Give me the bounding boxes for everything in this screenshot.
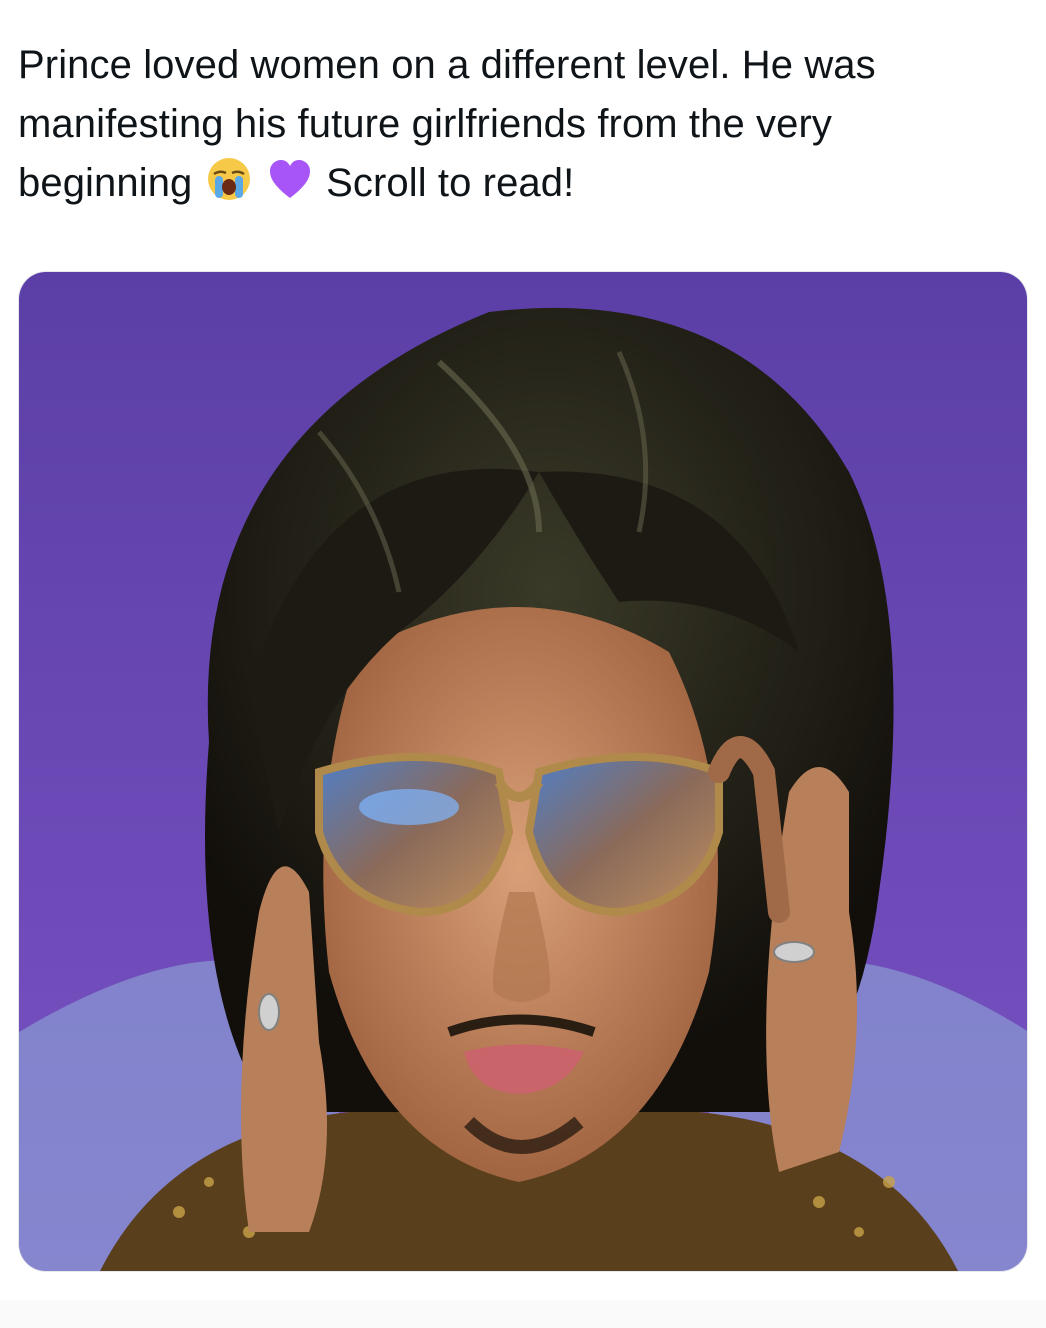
loudly-crying-face-icon — [207, 158, 250, 200]
tweet-photo[interactable] — [18, 271, 1028, 1272]
tweet-text-word: Scroll to read! — [326, 161, 575, 205]
tweet-text-word: beginning — [18, 161, 193, 205]
photo-illustration — [19, 272, 1027, 1271]
tweet-text-line-3: beginning Scroll to read! — [18, 154, 1018, 213]
tweet-text: Prince loved women on a different level.… — [18, 36, 1018, 213]
footer-divider — [0, 1300, 1046, 1328]
tweet-text-line-1: Prince loved women on a different level.… — [18, 43, 876, 87]
purple-heart-icon — [269, 160, 310, 198]
tweet-text-line-2: manifesting his future girlfriends from … — [18, 102, 833, 146]
